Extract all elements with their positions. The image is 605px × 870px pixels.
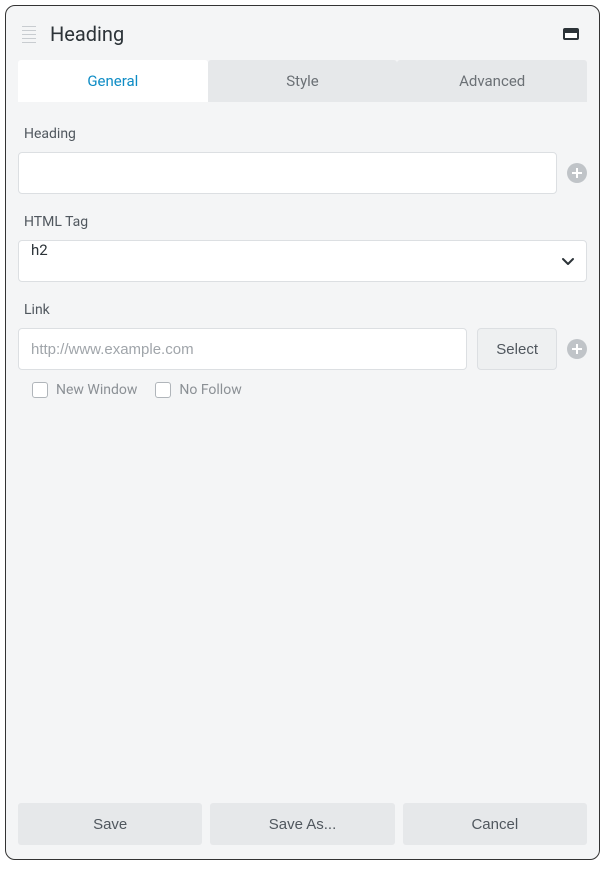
panel-header: Heading	[6, 6, 599, 60]
link-group: Link Select New Window No Follow	[18, 302, 587, 398]
heading-add-icon[interactable]	[567, 163, 587, 183]
drag-handle-icon[interactable]	[22, 26, 38, 43]
no-follow-checkbox[interactable]: No Follow	[155, 382, 241, 398]
tab-general[interactable]: General	[18, 60, 208, 102]
heading-label: Heading	[18, 126, 587, 142]
no-follow-label: No Follow	[179, 382, 241, 398]
link-input[interactable]	[18, 328, 467, 370]
heading-input[interactable]	[18, 152, 557, 194]
tab-bar: General Style Advanced	[18, 60, 587, 102]
panel-title: Heading	[50, 22, 551, 46]
new-window-checkbox[interactable]: New Window	[32, 382, 137, 398]
link-select-button[interactable]: Select	[477, 328, 557, 370]
link-add-icon[interactable]	[567, 339, 587, 359]
tab-advanced[interactable]: Advanced	[397, 60, 587, 102]
heading-group: Heading	[18, 126, 587, 194]
settings-panel: Heading General Style Advanced Heading H…	[5, 5, 600, 860]
panel-content: Heading HTML Tag h2 Link	[6, 102, 599, 803]
window-icon[interactable]	[563, 28, 579, 40]
checkbox-box-icon	[32, 382, 48, 398]
new-window-label: New Window	[56, 382, 137, 398]
html-tag-label: HTML Tag	[18, 214, 587, 230]
link-label: Link	[18, 302, 587, 318]
html-tag-select[interactable]: h2	[18, 240, 587, 282]
cancel-button[interactable]: Cancel	[403, 803, 587, 845]
panel-footer: Save Save As... Cancel	[6, 803, 599, 859]
tab-style[interactable]: Style	[208, 60, 398, 102]
html-tag-group: HTML Tag h2	[18, 214, 587, 282]
checkbox-box-icon	[155, 382, 171, 398]
save-as-button[interactable]: Save As...	[210, 803, 394, 845]
save-button[interactable]: Save	[18, 803, 202, 845]
